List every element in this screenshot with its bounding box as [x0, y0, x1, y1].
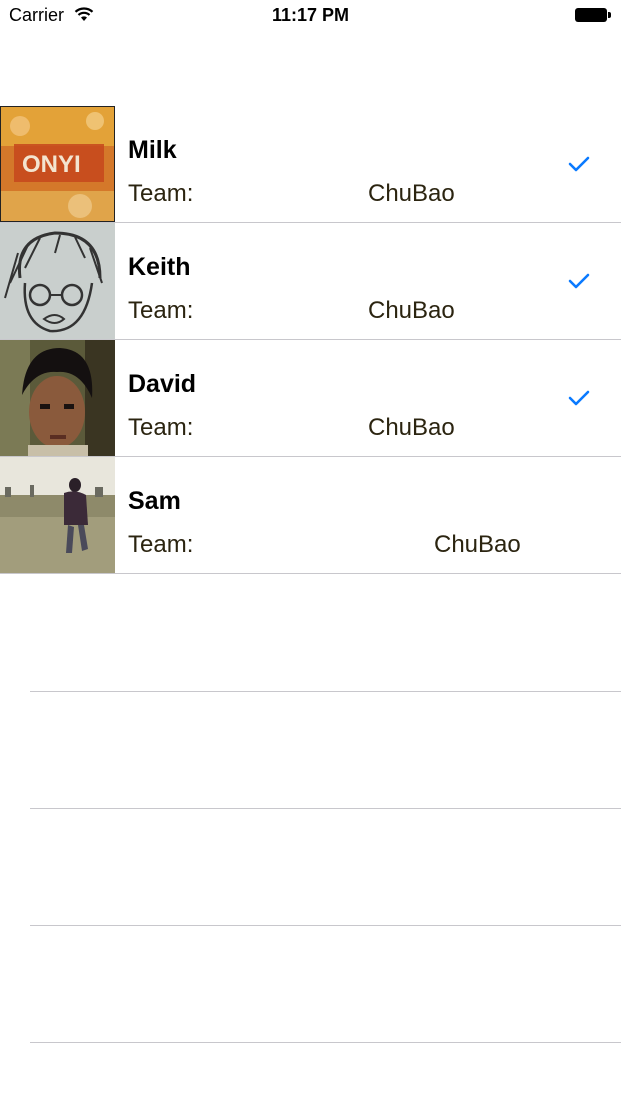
avatar-milk: ONYI [0, 106, 115, 222]
team-label: Team: [128, 297, 194, 324]
empty-row-separator [30, 808, 621, 809]
status-bar: Carrier 11:17 PM [0, 0, 621, 32]
team-label: Team: [128, 414, 194, 441]
avatar-david [0, 340, 115, 456]
empty-row-separator [30, 1042, 621, 1043]
team-value: ChuBao [368, 414, 455, 441]
member-row-keith[interactable]: Keith Team: ChuBao [0, 223, 621, 340]
empty-row-separator [30, 691, 621, 692]
avatar-keith [0, 223, 115, 339]
team-label: Team: [128, 531, 194, 558]
member-list: ONYI Milk Team: ChuBao Keith Team: ChuBa… [0, 106, 621, 574]
member-name: Sam [128, 487, 181, 515]
avatar-sam [0, 457, 115, 573]
row-separator [0, 573, 621, 574]
member-row-sam[interactable]: Sam Team: ChuBao [0, 457, 621, 574]
member-name: David [128, 370, 197, 398]
checkmark-icon [566, 154, 592, 174]
team-value: ChuBao [434, 531, 521, 558]
empty-row-separator [30, 925, 621, 926]
member-name: Keith [128, 253, 191, 281]
team-label: Team: [128, 180, 194, 207]
member-row-david[interactable]: David Team: ChuBao [0, 340, 621, 457]
checkmark-icon [566, 388, 592, 408]
member-name: Milk [128, 136, 177, 164]
checkmark-icon [566, 271, 592, 291]
svg-text:ONYI: ONYI [22, 151, 81, 178]
clock-time: 11:17 PM [271, 5, 350, 25]
member-row-milk[interactable]: ONYI Milk Team: ChuBao [0, 106, 621, 223]
battery-icon [575, 8, 611, 22]
team-value: ChuBao [368, 180, 455, 207]
team-value: ChuBao [368, 297, 455, 324]
